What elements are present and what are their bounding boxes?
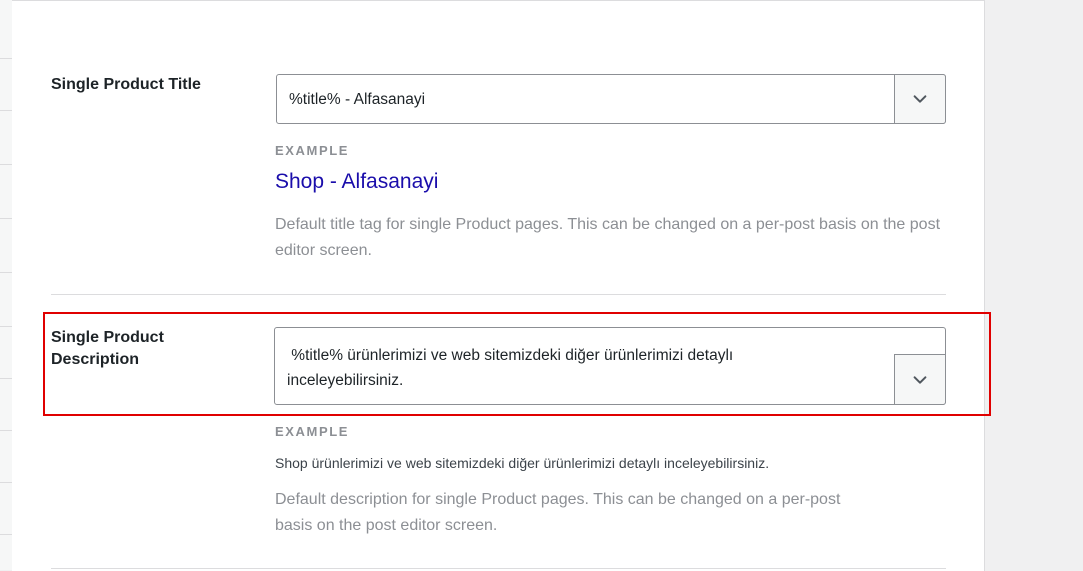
settings-panel: Single Product Title %title% - Alfasanay… <box>12 0 985 571</box>
title-example-preview: Shop - Alfasanayi <box>275 170 439 193</box>
chevron-down-icon <box>913 95 927 103</box>
description-example-label: EXAMPLE <box>275 424 350 439</box>
single-product-title-value[interactable]: %title% - Alfasanayi <box>289 87 425 112</box>
rail-divider <box>0 218 12 219</box>
highlight-box <box>43 312 991 416</box>
rail-divider <box>0 326 12 327</box>
rail-divider <box>0 482 12 483</box>
rail-divider <box>0 164 12 165</box>
rail-divider <box>0 110 12 111</box>
description-example-preview: Shop ürünlerimizi ve web sitemizdeki diğ… <box>275 455 770 471</box>
title-help-text: Default title tag for single Product pag… <box>275 216 941 259</box>
row-divider <box>51 568 946 569</box>
description-help-line1: Default description for single Product p… <box>275 491 841 508</box>
row-divider <box>51 294 946 295</box>
rail-divider <box>0 430 12 431</box>
description-help-line2: basis on the post editor screen. <box>275 517 498 534</box>
description-help-text: Default description for single Product p… <box>275 487 840 539</box>
rail-divider <box>0 534 12 535</box>
single-product-title-label: Single Product Title <box>51 76 201 93</box>
title-example-label: EXAMPLE <box>275 143 350 158</box>
rail-divider <box>0 272 12 273</box>
title-tags-dropdown-button[interactable] <box>894 74 946 124</box>
rail-divider <box>0 378 12 379</box>
rail-divider <box>0 58 12 59</box>
single-product-title-field[interactable]: %title% - Alfasanayi <box>276 74 946 124</box>
